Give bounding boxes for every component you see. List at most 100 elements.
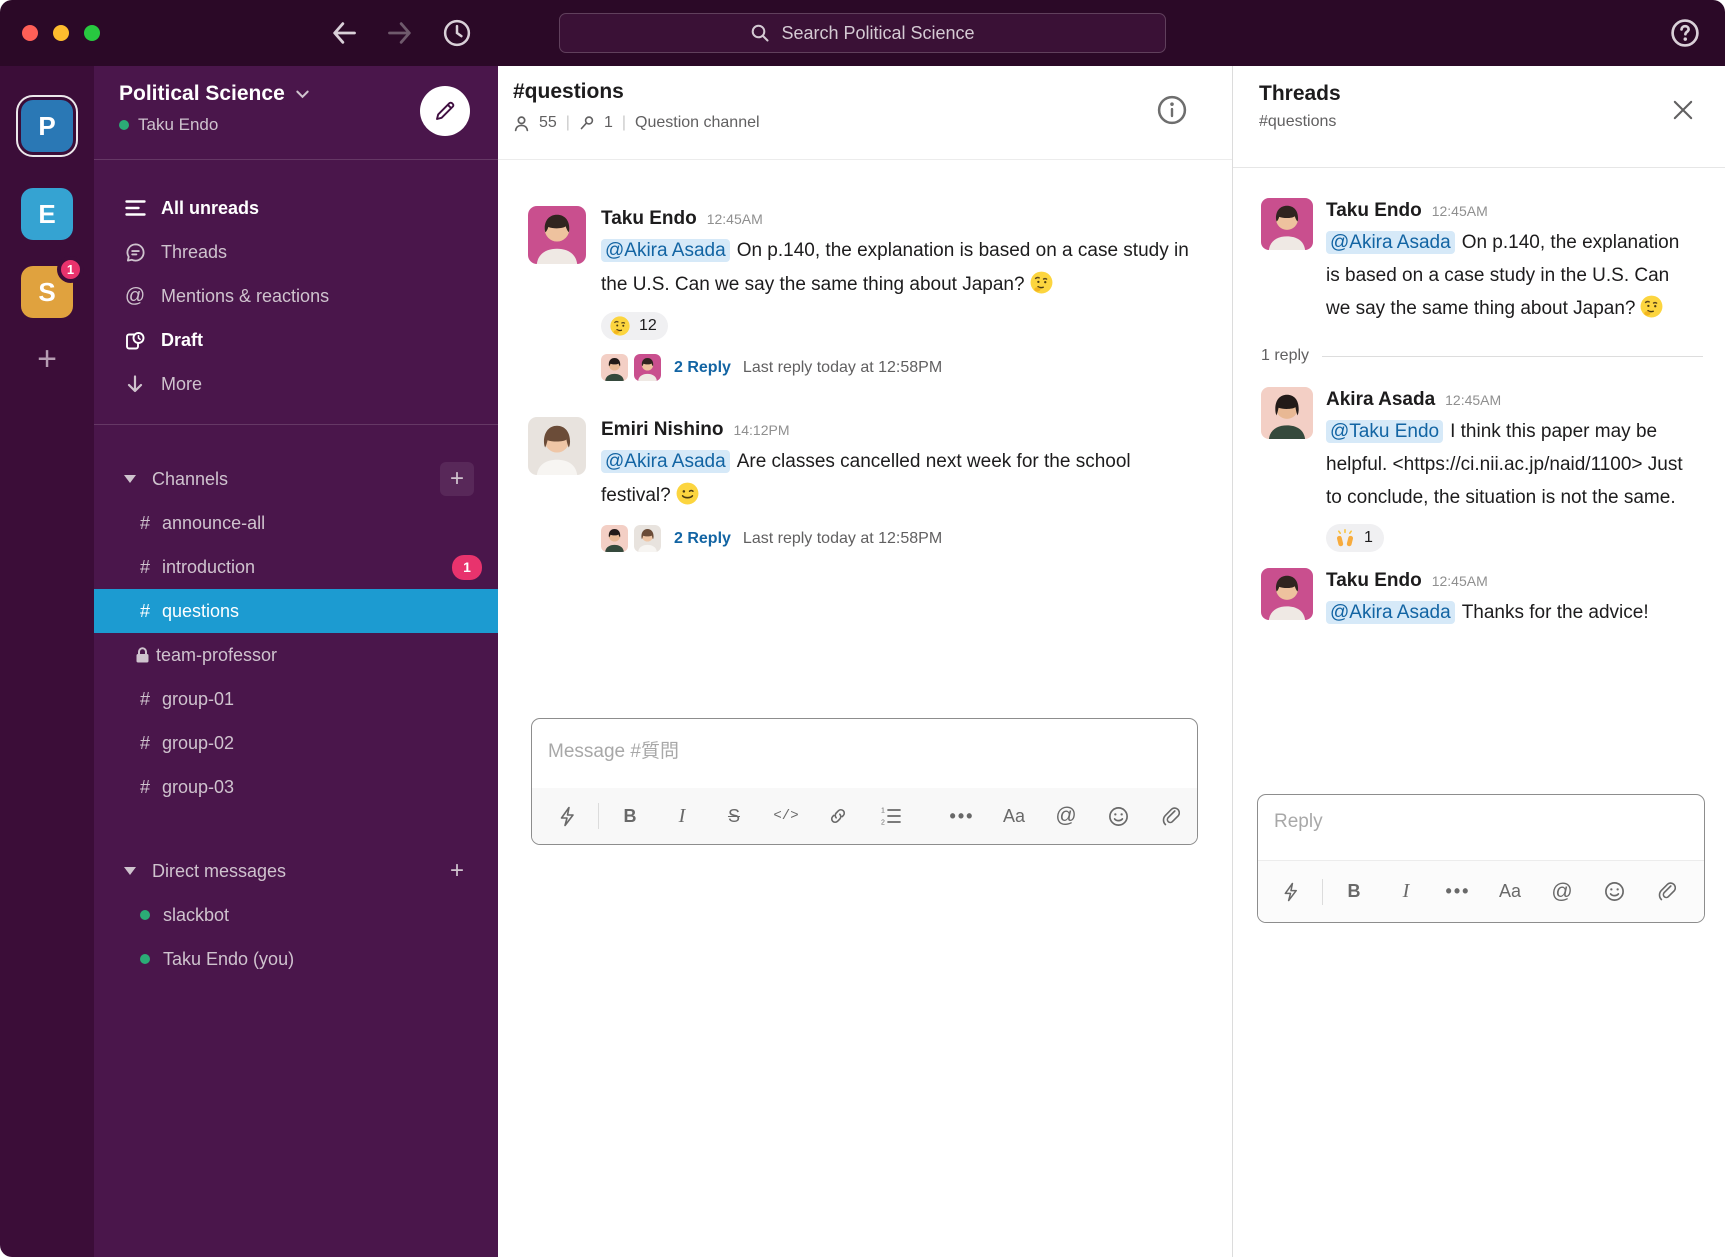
sidebar-item-label: Mentions & reactions	[161, 286, 329, 307]
thinking-face-emoji	[609, 315, 631, 337]
sidebar: Political Science Taku Endo All unreads …	[94, 66, 498, 1257]
pinned-count[interactable]: 1	[604, 114, 613, 132]
sidebar-item-threads[interactable]: Threads	[94, 230, 498, 274]
avatar[interactable]	[1261, 198, 1313, 250]
workspace-s[interactable]: S 1	[21, 266, 73, 318]
bold-button[interactable]: B	[1335, 873, 1373, 911]
help-button[interactable]	[1669, 17, 1701, 49]
channel-introduction[interactable]: # introduction 1	[94, 545, 498, 589]
bold-button[interactable]: B	[611, 797, 649, 835]
sidebar-item-label: Threads	[161, 242, 227, 263]
italic-button[interactable]: I	[663, 797, 701, 835]
mention-link[interactable]: @Taku Endo	[1326, 420, 1443, 443]
thread-reply-link[interactable]: 2 Reply	[674, 359, 731, 377]
sidebar-item-draft[interactable]: Draft	[94, 318, 498, 362]
message-author[interactable]: Emiri Nishino	[601, 417, 723, 443]
sidebar-item-more[interactable]: More	[94, 362, 498, 406]
message-input[interactable]: Message #質問	[532, 719, 1197, 788]
workspace-switcher[interactable]: Political Science Taku Endo	[94, 66, 498, 160]
code-button[interactable]: </>	[767, 797, 805, 835]
forward-button[interactable]	[386, 20, 414, 46]
attach-button[interactable]	[1647, 873, 1685, 911]
mention-button[interactable]: @	[1543, 873, 1581, 911]
reply-avatar	[634, 354, 661, 381]
channels-section-header[interactable]: Channels +	[94, 457, 498, 501]
channel-team-professor[interactable]: team-professor	[94, 633, 498, 677]
compose-button[interactable]	[420, 86, 470, 136]
attach-button[interactable]	[1151, 797, 1189, 835]
ordered-list-button[interactable]: 12	[871, 797, 909, 835]
minimize-window-button[interactable]	[53, 25, 69, 41]
avatar[interactable]	[1261, 568, 1313, 620]
message-author[interactable]: Taku Endo	[601, 206, 697, 232]
close-window-button[interactable]	[22, 25, 38, 41]
svg-text:1: 1	[881, 808, 885, 815]
shortcuts-lightning-icon[interactable]	[1272, 873, 1310, 911]
message-timestamp: 12:45AM	[707, 206, 763, 232]
sidebar-item-all-unreads[interactable]: All unreads	[94, 186, 498, 230]
channel-group-03[interactable]: # group-03	[94, 765, 498, 809]
channel-announce-all[interactable]: # announce-all	[94, 501, 498, 545]
reaction-count: 12	[639, 317, 657, 335]
message-author[interactable]: Akira Asada	[1326, 387, 1435, 413]
mention-link[interactable]: @Akira Asada	[1326, 601, 1455, 624]
avatar[interactable]	[1261, 387, 1313, 439]
thread-bar[interactable]: 2 Reply Last reply today at 12:58PM	[601, 354, 1201, 381]
hash-icon: #	[140, 733, 162, 754]
reaction-pill[interactable]: 1	[1326, 524, 1384, 552]
dm-taku-endo[interactable]: Taku Endo (you)	[94, 937, 498, 981]
threads-title: Threads	[1259, 82, 1725, 106]
emoji-button[interactable]	[1099, 797, 1137, 835]
avatar[interactable]	[528, 417, 586, 475]
back-button[interactable]	[330, 20, 358, 46]
shortcuts-lightning-icon[interactable]	[548, 797, 586, 835]
mention-link[interactable]: @Akira Asada	[601, 450, 730, 473]
sidebar-item-mentions[interactable]: @ Mentions & reactions	[94, 274, 498, 318]
presence-dot	[140, 910, 150, 920]
more-formatting-button[interactable]: •••	[1439, 873, 1477, 911]
workspace-rail: P E S 1 +	[0, 66, 94, 1257]
reply-input[interactable]: Reply	[1258, 795, 1704, 859]
mention-button[interactable]: @	[1047, 797, 1085, 835]
strikethrough-button[interactable]: S	[715, 797, 753, 835]
dms-section-header[interactable]: Direct messages +	[94, 849, 498, 893]
workspace-initial: P	[38, 111, 55, 142]
text-format-button[interactable]: Aa	[1491, 873, 1529, 911]
italic-button[interactable]: I	[1387, 873, 1425, 911]
thread-reply-link[interactable]: 2 Reply	[674, 530, 731, 548]
add-channel-button[interactable]: +	[440, 462, 474, 496]
channel-group-01[interactable]: # group-01	[94, 677, 498, 721]
reaction-pill[interactable]: 12	[601, 312, 668, 340]
reply-toolbar: B I ••• Aa @	[1258, 860, 1704, 922]
more-formatting-button[interactable]: •••	[943, 797, 981, 835]
mention-link[interactable]: @Akira Asada	[1326, 231, 1455, 254]
channel-group-02[interactable]: # group-02	[94, 721, 498, 765]
emoji-button[interactable]	[1595, 873, 1633, 911]
drafts-icon	[125, 330, 145, 351]
dm-slackbot[interactable]: slackbot	[94, 893, 498, 937]
channel-info-button[interactable]	[1154, 92, 1190, 128]
mention-link[interactable]: @Akira Asada	[601, 239, 730, 262]
members-count[interactable]: 55	[539, 114, 557, 132]
channel-questions[interactable]: # questions	[94, 589, 498, 633]
workspace-e[interactable]: E	[21, 188, 73, 240]
thread-bar[interactable]: 2 Reply Last reply today at 12:58PM	[601, 525, 1201, 552]
text-format-button[interactable]: Aa	[995, 797, 1033, 835]
close-threads-button[interactable]	[1669, 96, 1697, 124]
add-dm-button[interactable]: +	[440, 854, 474, 888]
avatar[interactable]	[528, 206, 586, 264]
add-workspace-button[interactable]: +	[21, 338, 73, 380]
chevron-down-icon	[295, 88, 310, 100]
link-button[interactable]	[819, 797, 857, 835]
chat-bubble-icon	[125, 242, 146, 263]
channel-topic[interactable]: Question channel	[635, 114, 760, 132]
history-button[interactable]	[442, 18, 472, 48]
search-bar[interactable]: Search Political Science	[559, 13, 1166, 53]
message-author[interactable]: Taku Endo	[1326, 198, 1422, 224]
zoom-window-button[interactable]	[84, 25, 100, 41]
help-icon	[1669, 17, 1701, 49]
workspace-political-science[interactable]: P	[21, 100, 73, 152]
channels-header-label: Channels	[152, 469, 228, 490]
message-author[interactable]: Taku Endo	[1326, 568, 1422, 594]
sidebar-item-label: More	[161, 374, 202, 395]
